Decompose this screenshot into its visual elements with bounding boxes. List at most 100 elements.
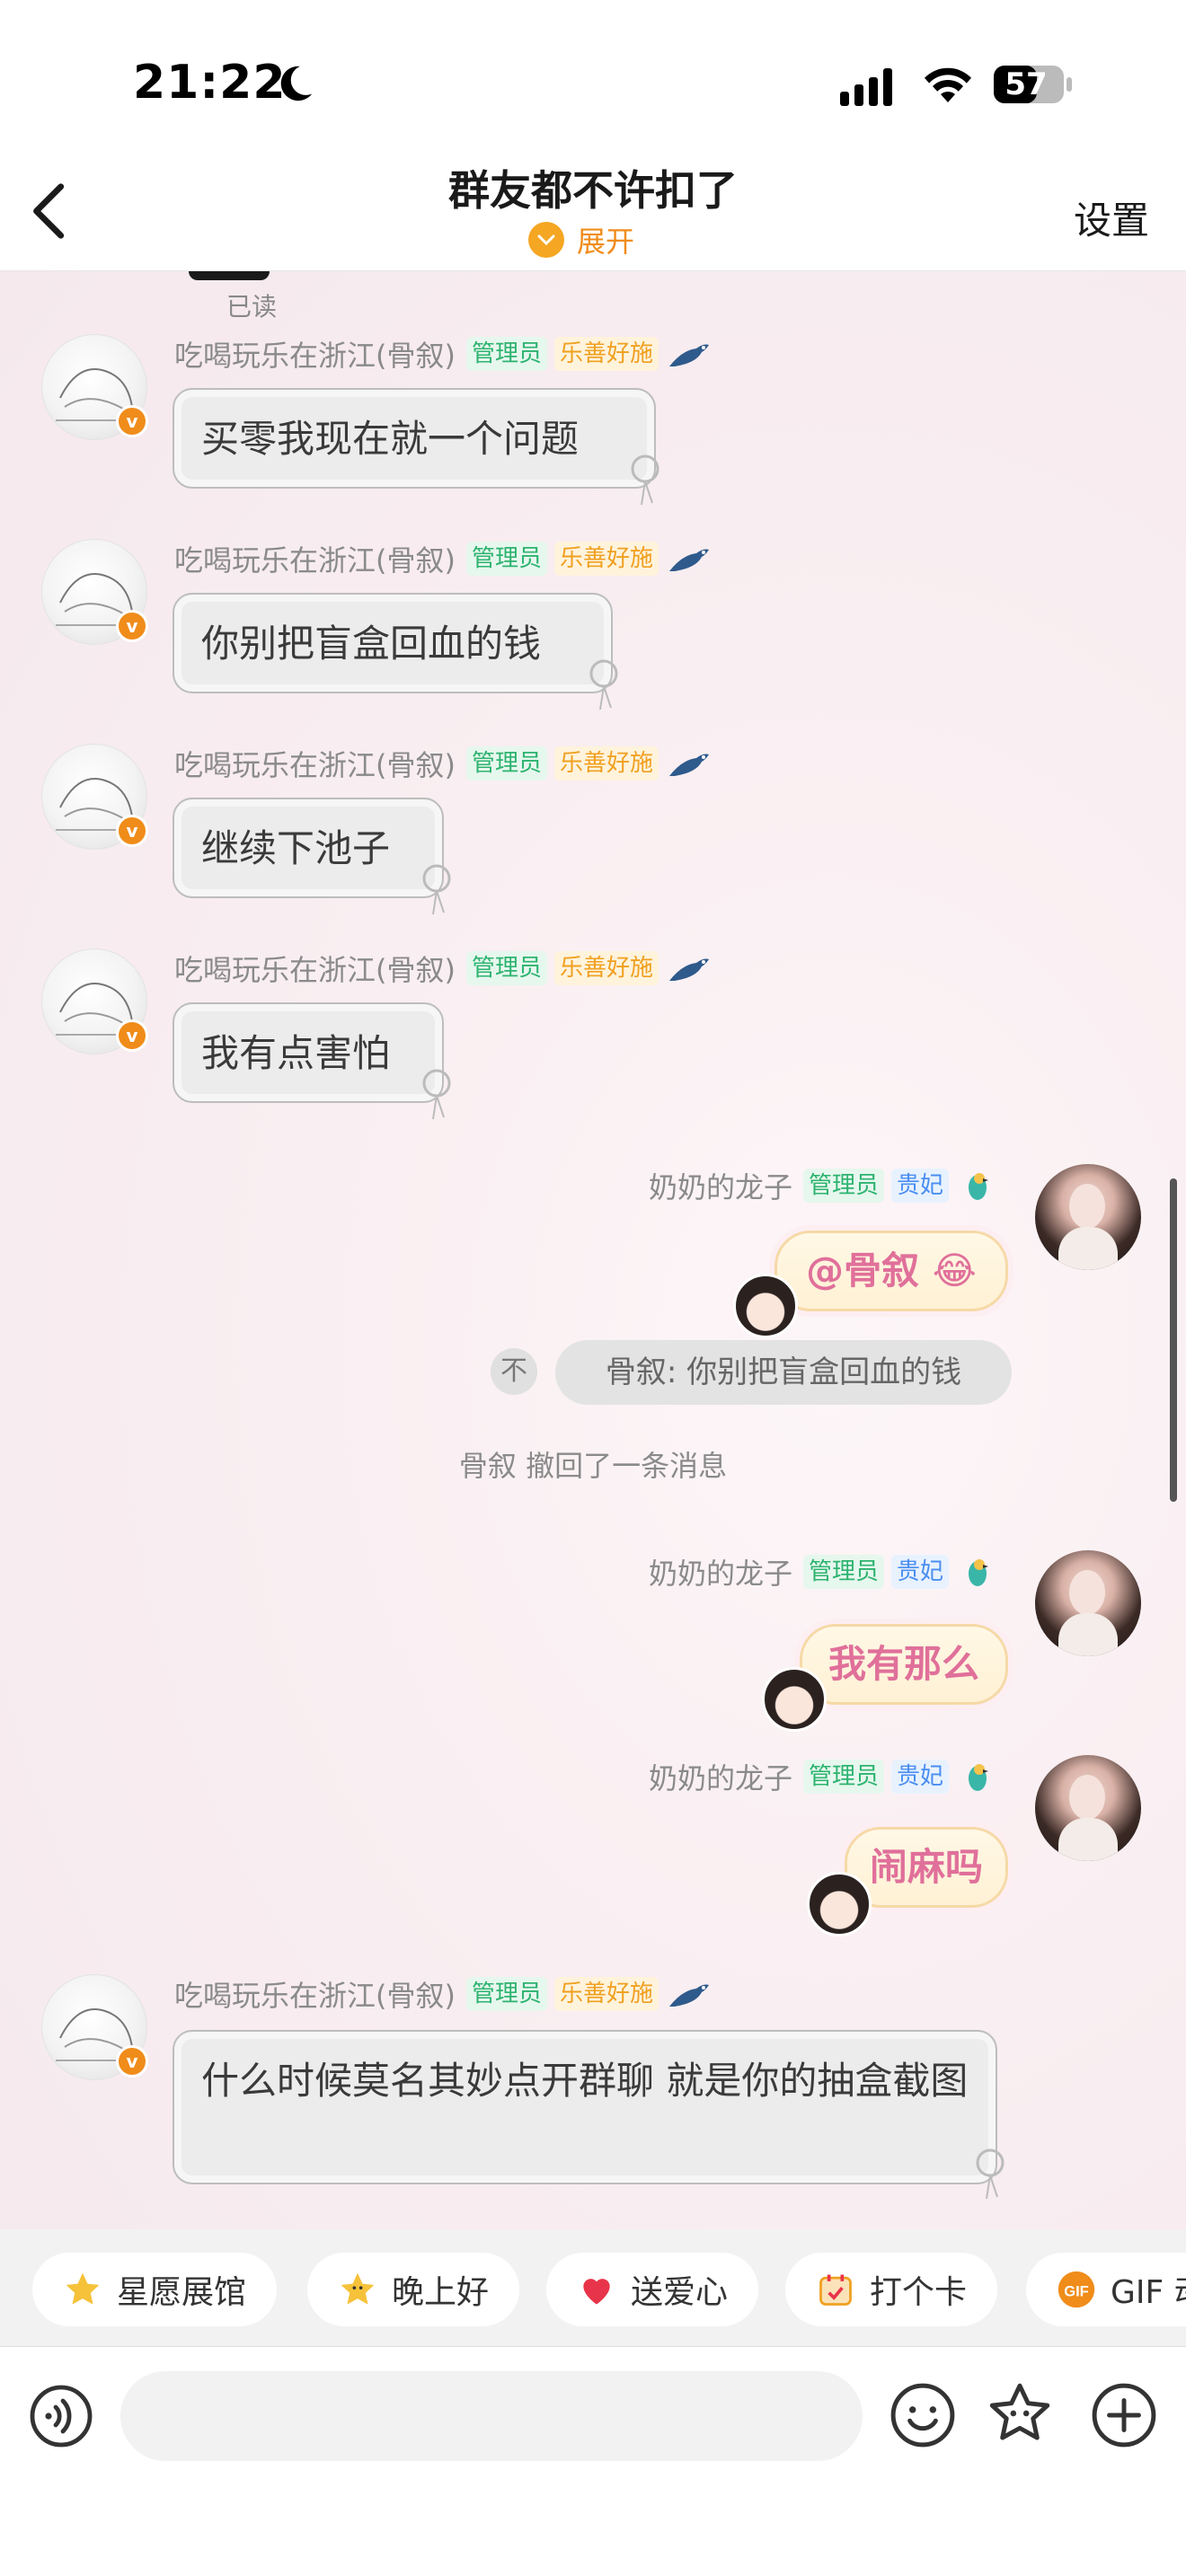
- message-bubble[interactable]: 你别把盲盒回血的钱: [173, 593, 613, 693]
- quick-reply-bar: 星愿展馆 晚上好 送爱心 打个卡 GIF GIF 动: [0, 2229, 1186, 2346]
- verified-badge: v: [116, 2045, 148, 2078]
- message-text: 继续下池子: [201, 826, 391, 870]
- title-tag: 乐善好施: [554, 746, 659, 781]
- previous-message-edge: [189, 271, 270, 280]
- admin-tag: 管理员: [465, 542, 547, 576]
- moon-icon: [280, 66, 313, 101]
- emoji-icon[interactable]: [890, 2382, 956, 2448]
- sender-name[interactable]: 吃喝玩乐在浙江(骨叙): [174, 948, 456, 989]
- star-icon: [66, 2272, 100, 2305]
- sender-name[interactable]: 奶奶的龙子: [649, 1165, 792, 1206]
- sender-name[interactable]: 奶奶的龙子: [649, 1756, 792, 1797]
- bird-icon: [669, 1984, 710, 2007]
- bird-icon: [669, 754, 710, 776]
- quick-reply-chip[interactable]: 星愿展馆: [32, 2253, 278, 2326]
- quick-reply-chip[interactable]: 打个卡: [785, 2253, 998, 2326]
- message-text: 什么时候莫名其妙点开群聊 就是你的抽盒截图: [201, 2059, 969, 2103]
- sender-row: 吃喝玩乐在浙江(骨叙) 管理员 乐善好施: [174, 539, 712, 578]
- message-bubble[interactable]: 继续下池子: [173, 798, 444, 898]
- sender-name[interactable]: 奶奶的龙子: [649, 1551, 792, 1592]
- signal-icon: [840, 68, 892, 106]
- quote-icon: 不: [491, 1348, 537, 1395]
- settings-button[interactable]: 设置: [1074, 190, 1149, 245]
- sender-name[interactable]: 吃喝玩乐在浙江(骨叙): [174, 538, 456, 579]
- bird-icon: [669, 549, 710, 571]
- sticker-message-bubble[interactable]: @骨叙 😂: [774, 1231, 1008, 1311]
- quick-reply-chip[interactable]: GIF GIF 动: [1026, 2253, 1186, 2326]
- admin-tag: 管理员: [803, 1169, 885, 1203]
- avatar-face: [1069, 1570, 1105, 1615]
- title-tag: 乐善好施: [554, 337, 659, 371]
- charm-decoration-icon: [976, 2148, 1005, 2200]
- avatar[interactable]: v: [41, 334, 148, 440]
- message-text: 我有点害怕: [201, 1031, 391, 1075]
- sender-name[interactable]: 吃喝玩乐在浙江(骨叙): [174, 1973, 456, 2015]
- quick-reply-chip[interactable]: 送爱心: [546, 2253, 759, 2326]
- laughing-emoji-icon: 😂: [932, 1248, 977, 1292]
- avatar-dress: [1058, 1227, 1118, 1270]
- avatar[interactable]: v: [41, 744, 148, 850]
- svg-text:GIF: GIF: [1064, 2283, 1089, 2299]
- voice-icon[interactable]: [29, 2384, 93, 2448]
- sticker-icon[interactable]: [985, 2380, 1055, 2450]
- sender-row: 奶奶的龙子 管理员 贵妃: [649, 1552, 1003, 1592]
- message-text: 你别把盲盒回血的钱: [201, 622, 542, 666]
- message-text: 闹麻吗: [869, 1845, 983, 1889]
- status-time: 21:22: [133, 56, 287, 110]
- chip-label: GIF 动: [1111, 2274, 1186, 2311]
- verified-badge: v: [116, 610, 148, 642]
- admin-tag: 管理员: [465, 337, 547, 371]
- title-tag: 贵妃: [891, 1169, 950, 1203]
- chat-area[interactable]: 已读 v 吃喝玩乐在浙江(骨叙) 管理员 乐善好施 买零我现在就一个问题 v 吃…: [0, 271, 1186, 2229]
- heart-icon: [583, 2279, 610, 2305]
- avatar-dress: [1058, 1818, 1118, 1861]
- message-text: 我有那么: [828, 1642, 979, 1686]
- sender-row: 吃喝玩乐在浙江(骨叙) 管理员 乐善好施: [174, 744, 712, 783]
- avatar[interactable]: [1035, 1755, 1141, 1861]
- plus-icon[interactable]: [1091, 2382, 1157, 2448]
- sender-row: 吃喝玩乐在浙江(骨叙) 管理员 乐善好施: [174, 334, 712, 374]
- sender-row: 奶奶的龙子 管理员 贵妃: [649, 1166, 1003, 1205]
- verified-badge: v: [116, 1019, 148, 1052]
- verified-badge: v: [116, 815, 148, 847]
- avatar[interactable]: v: [41, 539, 148, 645]
- sender-row: 吃喝玩乐在浙江(骨叙) 管理员 乐善好施: [174, 1974, 712, 2014]
- calendar-icon: [819, 2274, 852, 2306]
- avatar[interactable]: [1035, 1550, 1141, 1656]
- quoted-message[interactable]: 骨叙: 你别把盲盒回血的钱: [555, 1340, 1012, 1405]
- avatar-face: [1069, 1184, 1105, 1229]
- sticker-girl-icon: [733, 1274, 798, 1338]
- charm-decoration-icon: [422, 1069, 451, 1120]
- avatar[interactable]: v: [41, 948, 148, 1054]
- quick-reply-chip[interactable]: 晚上好: [307, 2253, 520, 2326]
- title-tag: 乐善好施: [554, 951, 659, 985]
- message-bubble[interactable]: 我有点害怕: [173, 1002, 444, 1103]
- sticker-girl-icon: [807, 1872, 872, 1936]
- scrollbar[interactable]: [1170, 1178, 1177, 1502]
- sender-name[interactable]: 吃喝玩乐在浙江(骨叙): [174, 743, 456, 784]
- message-text: @骨叙: [806, 1248, 920, 1292]
- gif-icon: GIF: [1058, 2271, 1095, 2308]
- title-tag: 乐善好施: [554, 1977, 659, 2011]
- admin-tag: 管理员: [803, 1555, 885, 1589]
- sender-name[interactable]: 吃喝玩乐在浙江(骨叙): [174, 333, 456, 375]
- avatar[interactable]: v: [41, 1974, 148, 2080]
- admin-tag: 管理员: [465, 1977, 547, 2011]
- expand-button[interactable]: 展开: [528, 219, 634, 260]
- chat-title: 群友都不许扣了: [448, 166, 738, 215]
- title-tag: 乐善好施: [554, 542, 659, 576]
- message-text: 买零我现在就一个问题: [201, 417, 580, 461]
- title-tag: 贵妃: [891, 1760, 950, 1794]
- chip-label: 打个卡: [870, 2274, 968, 2311]
- message-input[interactable]: [120, 2371, 863, 2461]
- admin-tag: 管理员: [465, 746, 547, 781]
- avatar[interactable]: [1035, 1164, 1141, 1270]
- star-smile-icon: [341, 2272, 375, 2305]
- sticker-message-bubble[interactable]: 我有那么: [800, 1624, 1008, 1705]
- read-receipt: 已读: [226, 292, 278, 322]
- chevron-down-icon: [528, 222, 564, 258]
- chip-label: 晚上好: [392, 2274, 490, 2311]
- admin-tag: 管理员: [465, 951, 547, 985]
- message-bubble[interactable]: 买零我现在就一个问题: [173, 388, 656, 489]
- message-bubble[interactable]: 什么时候莫名其妙点开群聊 就是你的抽盒截图: [173, 2030, 997, 2184]
